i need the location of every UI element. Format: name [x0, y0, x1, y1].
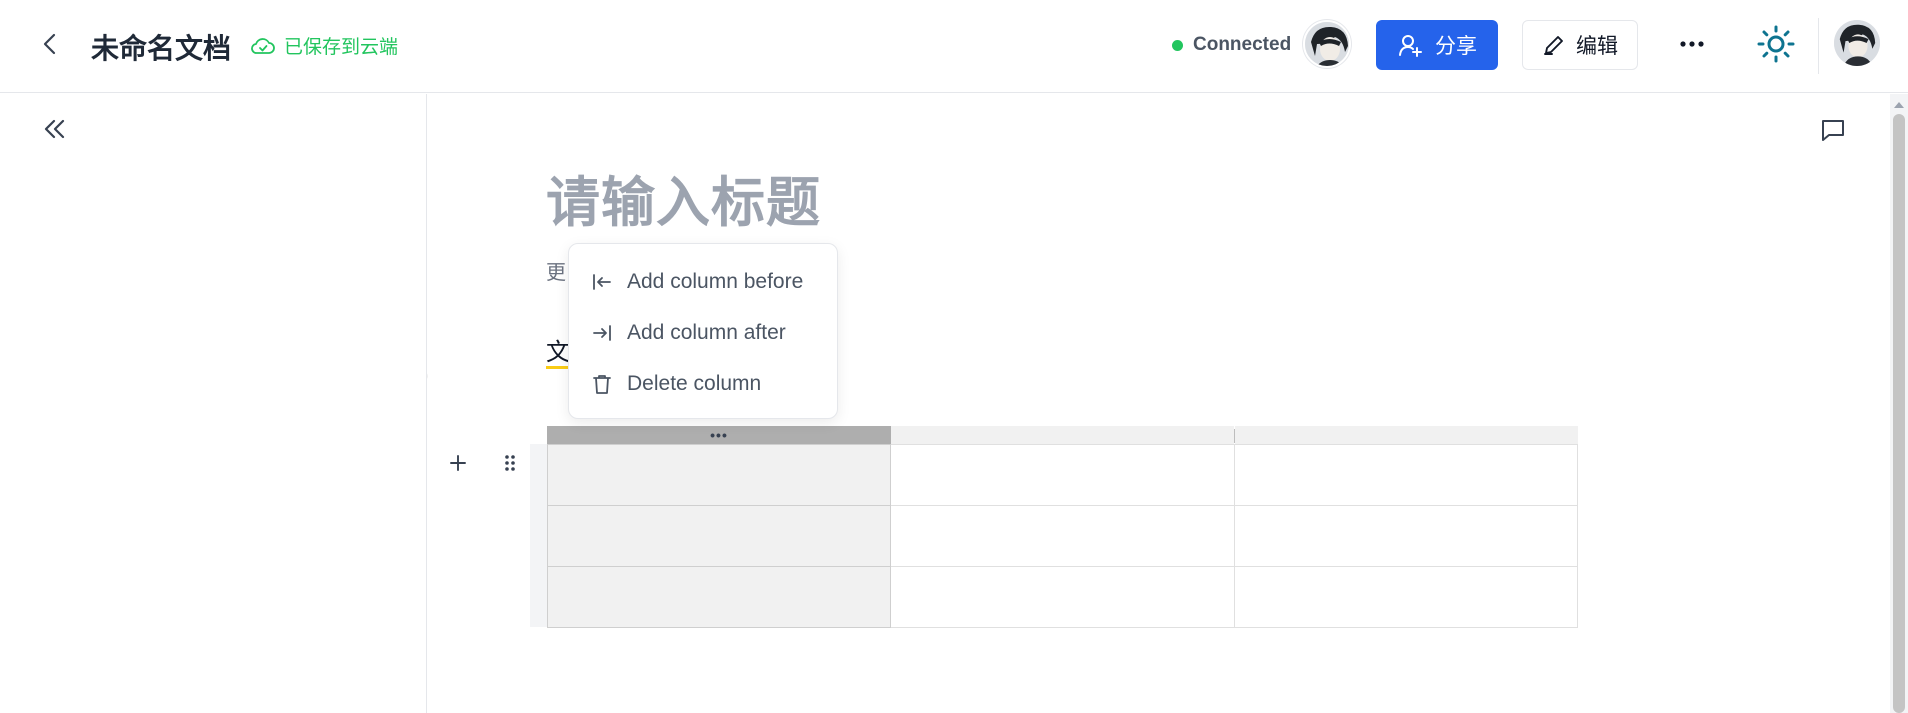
edit-label: 编辑	[1576, 34, 1618, 58]
more-options-button[interactable]	[1672, 26, 1712, 62]
user-plus-icon	[1399, 35, 1422, 57]
document-title-input[interactable]: 请输入标题	[546, 158, 821, 237]
table-row	[546, 444, 1579, 506]
scrollbar-thumb[interactable]	[1893, 114, 1905, 713]
connection-label: Connected	[1193, 34, 1292, 55]
grip-vertical-icon	[505, 455, 515, 471]
save-status: 已保存到云端	[250, 32, 398, 59]
table-cell[interactable]	[546, 566, 892, 628]
message-square-icon	[1822, 120, 1844, 141]
trash-icon	[591, 373, 613, 395]
pencil-icon	[1544, 36, 1563, 55]
table-cell[interactable]	[890, 505, 1235, 567]
document-table	[546, 444, 1579, 628]
save-status-label: 已保存到云端	[284, 36, 399, 58]
header-divider	[1818, 18, 1819, 74]
plus-icon	[450, 455, 466, 471]
cloud-check-icon	[251, 37, 275, 54]
table-cell[interactable]	[890, 566, 1235, 628]
avatar-image	[1834, 20, 1880, 66]
arrow-left-to-line-icon	[591, 271, 613, 293]
table-cell[interactable]	[546, 444, 892, 506]
table-cell[interactable]	[546, 505, 892, 567]
table-cell[interactable]	[1233, 444, 1579, 506]
comments-button[interactable]	[1818, 115, 1848, 145]
column-context-menu: Add column before Add column after Delet…	[568, 243, 838, 419]
app-header: 未命名文档 已保存到云端 Connected 分享 编辑	[0, 0, 1908, 93]
table-row	[546, 505, 1579, 567]
column-grip-1[interactable]: •••	[547, 426, 891, 444]
chevrons-left-icon	[44, 119, 65, 139]
body-text[interactable]: 文	[546, 338, 570, 369]
menu-item-label: Add column after	[627, 320, 786, 344]
row-grip-gutter[interactable]	[530, 444, 547, 627]
table-cell[interactable]	[1233, 505, 1579, 567]
sidebar	[0, 94, 427, 713]
theme-toggle-button[interactable]	[1754, 22, 1798, 66]
arrow-right-to-line-icon	[591, 322, 613, 344]
scroll-up-arrow-icon[interactable]	[1894, 102, 1904, 108]
table-cell[interactable]	[890, 444, 1235, 506]
share-button[interactable]: 分享	[1376, 20, 1498, 70]
sun-icon	[1757, 25, 1795, 63]
column-grip-row: •••	[547, 426, 1578, 444]
table-row	[546, 566, 1579, 628]
collapse-sidebar-button[interactable]	[40, 114, 70, 144]
user-avatar[interactable]	[1834, 20, 1880, 66]
grip-dots-icon: •••	[710, 427, 728, 443]
chevron-left-icon	[43, 33, 56, 55]
menu-item-label: Delete column	[627, 371, 762, 395]
vertical-scrollbar[interactable]	[1890, 94, 1908, 713]
add-block-button[interactable]	[446, 451, 470, 475]
collaborator-avatar[interactable]	[1303, 20, 1351, 68]
delete-column-item[interactable]: Delete column	[569, 358, 837, 409]
status-dot	[1172, 39, 1183, 51]
add-column-before-item[interactable]: Add column before	[569, 256, 837, 307]
connection-status: Connected	[1172, 34, 1291, 56]
back-button[interactable]	[34, 28, 66, 60]
block-drag-handle[interactable]	[500, 451, 520, 475]
table-cell[interactable]	[1233, 566, 1579, 628]
document-title[interactable]: 未命名文档	[91, 27, 231, 67]
menu-item-label: Add column before	[627, 269, 804, 293]
meta-text: 更	[546, 260, 566, 284]
avatar-image	[1305, 22, 1349, 66]
add-column-after-item[interactable]: Add column after	[569, 307, 837, 358]
more-horizontal-icon	[1680, 41, 1704, 47]
share-label: 分享	[1435, 34, 1477, 58]
column-grip-2[interactable]	[891, 426, 1234, 444]
edit-button[interactable]: 编辑	[1522, 20, 1638, 70]
column-grip-3[interactable]	[1235, 426, 1578, 444]
